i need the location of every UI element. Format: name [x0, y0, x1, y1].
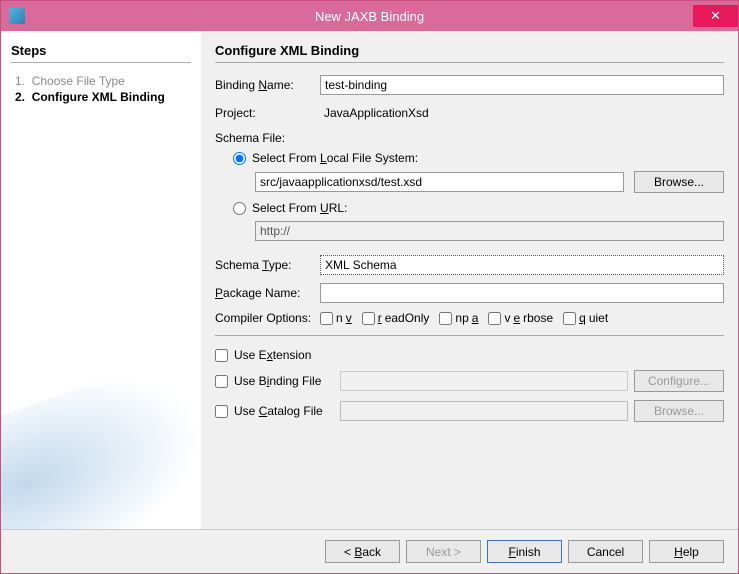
configure-binding-button: Configure... — [634, 370, 724, 392]
use-extension-checkbox[interactable] — [215, 349, 228, 362]
browse-local-button[interactable]: Browse... — [634, 171, 724, 193]
footer: < Back Next > Finish Cancel Help — [1, 529, 738, 573]
url-radio[interactable] — [233, 202, 246, 215]
panel-heading: Configure XML Binding — [215, 43, 724, 58]
opt-verbose[interactable]: verbose — [488, 311, 553, 325]
opt-readonly[interactable]: readOnly — [362, 311, 430, 325]
project-input — [320, 103, 724, 123]
url-label: Select From URL: — [252, 201, 347, 215]
step-2: 2. Configure XML Binding — [11, 89, 191, 105]
form-panel: Configure XML Binding Binding Name: Proj… — [201, 31, 738, 529]
step-1: 1. Choose File Type — [11, 73, 191, 89]
app-icon — [9, 8, 25, 24]
finish-button[interactable]: Finish — [487, 540, 562, 563]
opt-npa[interactable]: npa — [439, 311, 478, 325]
local-file-input[interactable] — [255, 172, 624, 192]
package-name-input[interactable] — [320, 283, 724, 303]
opt-nv[interactable]: nv — [320, 311, 352, 325]
use-catalog-file-label: Use Catalog File — [234, 404, 334, 418]
schema-type-label: Schema Type: — [215, 258, 320, 272]
package-name-label: Package Name: — [215, 286, 320, 300]
help-button[interactable]: Help — [649, 540, 724, 563]
url-input — [255, 221, 724, 241]
opt-quiet[interactable]: quiet — [563, 311, 608, 325]
steps-heading: Steps — [11, 43, 191, 58]
browse-catalog-button: Browse... — [634, 400, 724, 422]
use-binding-file-checkbox[interactable] — [215, 375, 228, 388]
binding-name-input[interactable] — [320, 75, 724, 95]
steps-panel: Steps 1. Choose File Type 2. Configure X… — [1, 31, 201, 529]
binding-file-select — [340, 371, 628, 391]
compiler-options-label: Compiler Options: — [215, 311, 320, 325]
binding-name-label: Binding Name: — [215, 78, 320, 92]
close-button[interactable]: ✕ — [693, 5, 738, 27]
window-title: New JAXB Binding — [315, 9, 424, 24]
use-extension-label: Use Extension — [234, 348, 311, 362]
schema-file-label: Schema File: — [215, 131, 724, 145]
local-file-radio[interactable] — [233, 152, 246, 165]
catalog-file-input — [340, 401, 628, 421]
decorative-swoosh — [1, 343, 201, 529]
cancel-button[interactable]: Cancel — [568, 540, 643, 563]
schema-type-select[interactable]: XML Schema — [320, 255, 724, 275]
use-binding-file-label: Use Binding File — [234, 374, 334, 388]
project-label: Project: — [215, 106, 320, 120]
local-file-label: Select From Local File System: — [252, 151, 418, 165]
titlebar: New JAXB Binding ✕ — [1, 1, 738, 31]
back-button[interactable]: < Back — [325, 540, 400, 563]
use-catalog-file-checkbox[interactable] — [215, 405, 228, 418]
next-button: Next > — [406, 540, 481, 563]
